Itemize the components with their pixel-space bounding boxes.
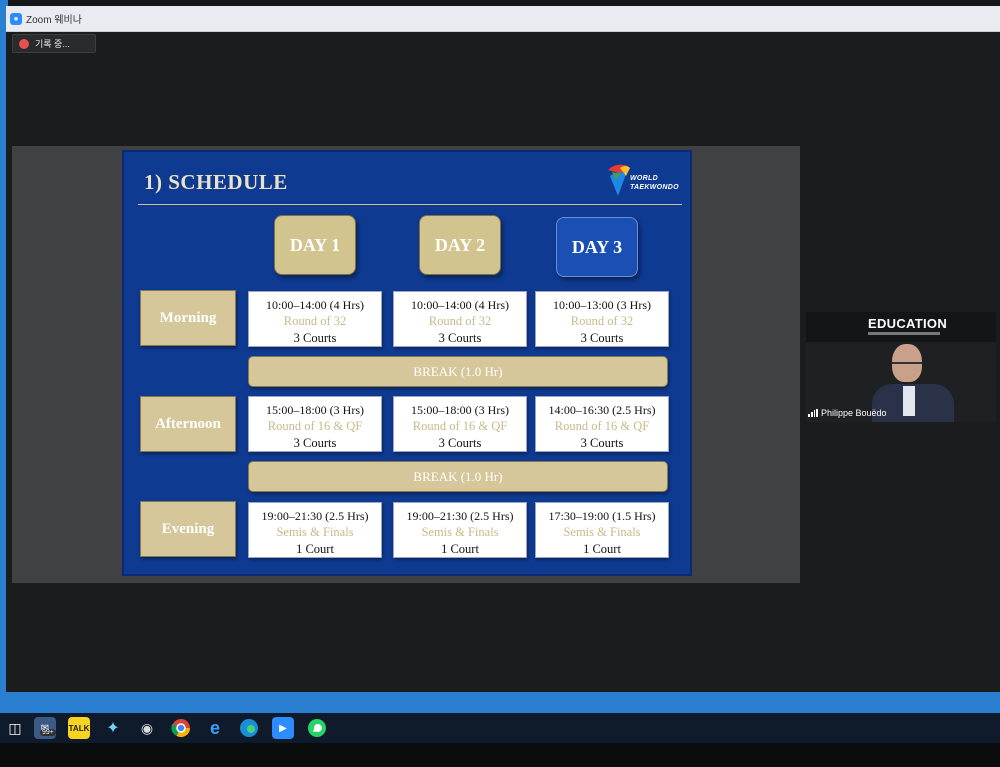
zoom-icon: ● <box>10 12 22 25</box>
chrome-icon[interactable] <box>170 717 192 739</box>
cell-courts: 1 Court <box>441 542 479 556</box>
world-taekwondo-logo: WORLD TAEKWONDO <box>606 162 686 202</box>
cell-round: Round of 32 <box>283 314 347 328</box>
break-bar-1: BREAK (1.0 Hr) <box>248 356 668 387</box>
cell-round: Round of 16 & QF <box>412 419 508 433</box>
schedule-cell: 15:00–18:00 (3 Hrs) Round of 16 & QF 3 C… <box>248 396 382 452</box>
recording-label: 기록 중... <box>35 39 70 49</box>
cell-round: Semis & Finals <box>421 525 499 539</box>
messenger-app-icon[interactable]: ✉ 99+ <box>34 717 56 739</box>
education-banner-text: EDUCATION <box>868 316 948 331</box>
cell-courts: 3 Courts <box>580 331 624 345</box>
cell-time: 17:30–19:00 (1.5 Hrs) <box>548 509 656 523</box>
cell-time: 19:00–21:30 (2.5 Hrs) <box>261 509 369 523</box>
cell-courts: 3 Courts <box>438 436 482 450</box>
speaker-video-tile[interactable]: EDUCATION Philippe Bouëdo <box>806 312 996 422</box>
monitor-bezel <box>0 743 1000 767</box>
cell-time: 19:00–21:30 (2.5 Hrs) <box>406 509 514 523</box>
taekwondo-mark-icon <box>608 164 630 196</box>
schedule-cell: 15:00–18:00 (3 Hrs) Round of 16 & QF 3 C… <box>393 396 527 452</box>
cell-time: 15:00–18:00 (3 Hrs) <box>411 403 509 417</box>
schedule-cell: 17:30–19:00 (1.5 Hrs) Semis & Finals 1 C… <box>535 502 669 558</box>
recording-indicator[interactable]: 기록 중... <box>12 34 96 53</box>
internet-explorer-icon[interactable]: e <box>204 717 226 739</box>
cell-courts: 3 Courts <box>580 436 624 450</box>
speaker-name: Philippe Bouëdo <box>821 408 887 418</box>
cell-time: 14:00–16:30 (2.5 Hrs) <box>548 403 656 417</box>
day-2-header: DAY 2 <box>419 215 501 275</box>
paint-app-icon[interactable]: ◉ <box>136 717 158 739</box>
whatsapp-icon[interactable] <box>306 717 328 739</box>
cell-courts: 1 Court <box>296 542 334 556</box>
zoom-taskbar-icon[interactable]: ▶ <box>272 717 294 739</box>
schedule-cell: 19:00–21:30 (2.5 Hrs) Semis & Finals 1 C… <box>393 502 527 558</box>
cell-time: 10:00–14:00 (4 Hrs) <box>411 298 509 312</box>
schedule-cell: 10:00–14:00 (4 Hrs) Round of 32 3 Courts <box>393 291 527 347</box>
period-afternoon: Afternoon <box>140 396 236 452</box>
cell-round: Semis & Finals <box>276 525 354 539</box>
cell-time: 10:00–14:00 (4 Hrs) <box>266 298 364 312</box>
slide-title: 1) SCHEDULE <box>144 170 288 194</box>
title-divider <box>138 204 682 205</box>
speaker-glasses <box>892 362 922 368</box>
notification-badge: 99+ <box>40 729 56 736</box>
presentation-slide: 1) SCHEDULE WORLD TAEKWONDO DAY 1 DAY 2 … <box>122 150 692 576</box>
schedule-cell: 10:00–14:00 (4 Hrs) Round of 32 3 Courts <box>248 291 382 347</box>
window-title: Zoom 웨비나 <box>26 15 82 26</box>
cell-courts: 3 Courts <box>438 331 482 345</box>
cell-round: Semis & Finals <box>563 525 641 539</box>
break-bar-2: BREAK (1.0 Hr) <box>248 461 668 492</box>
period-morning: Morning <box>140 290 236 346</box>
cell-round: Round of 32 <box>428 314 492 328</box>
speaker-name-bar: Philippe Bouëdo <box>806 408 887 418</box>
signal-strength-icon <box>808 409 818 417</box>
bird-app-icon[interactable]: ✦ <box>102 717 124 739</box>
speaker-shirt <box>903 386 915 416</box>
banner-subtitle-line <box>868 332 940 335</box>
kakaotalk-icon[interactable]: TALK <box>68 717 90 739</box>
cell-round: Round of 16 & QF <box>267 419 363 433</box>
edge-icon[interactable] <box>238 717 260 739</box>
cell-round: Round of 16 & QF <box>554 419 650 433</box>
desktop-background-strip <box>0 692 1000 714</box>
cell-round: Round of 32 <box>570 314 634 328</box>
day-1-header: DAY 1 <box>274 215 356 275</box>
cell-time: 10:00–13:00 (3 Hrs) <box>553 298 651 312</box>
task-view-icon[interactable]: ◫ <box>8 717 22 739</box>
period-evening: Evening <box>140 501 236 557</box>
day-3-header: DAY 3 <box>556 217 638 277</box>
windows-taskbar: ◫ ✉ 99+ TALK ✦ ◉ e ▶ <box>0 713 1000 743</box>
cell-courts: 3 Courts <box>293 331 337 345</box>
record-icon <box>19 38 29 49</box>
schedule-cell: 14:00–16:30 (2.5 Hrs) Round of 16 & QF 3… <box>535 396 669 452</box>
cell-time: 15:00–18:00 (3 Hrs) <box>266 403 364 417</box>
logo-text: WORLD TAEKWONDO <box>630 175 679 191</box>
zoom-titlebar[interactable]: ● Zoom 웨비나 <box>6 6 1000 32</box>
schedule-cell: 10:00–13:00 (3 Hrs) Round of 32 3 Courts <box>535 291 669 347</box>
cell-courts: 3 Courts <box>293 436 337 450</box>
cell-courts: 1 Court <box>583 542 621 556</box>
schedule-cell: 19:00–21:30 (2.5 Hrs) Semis & Finals 1 C… <box>248 502 382 558</box>
